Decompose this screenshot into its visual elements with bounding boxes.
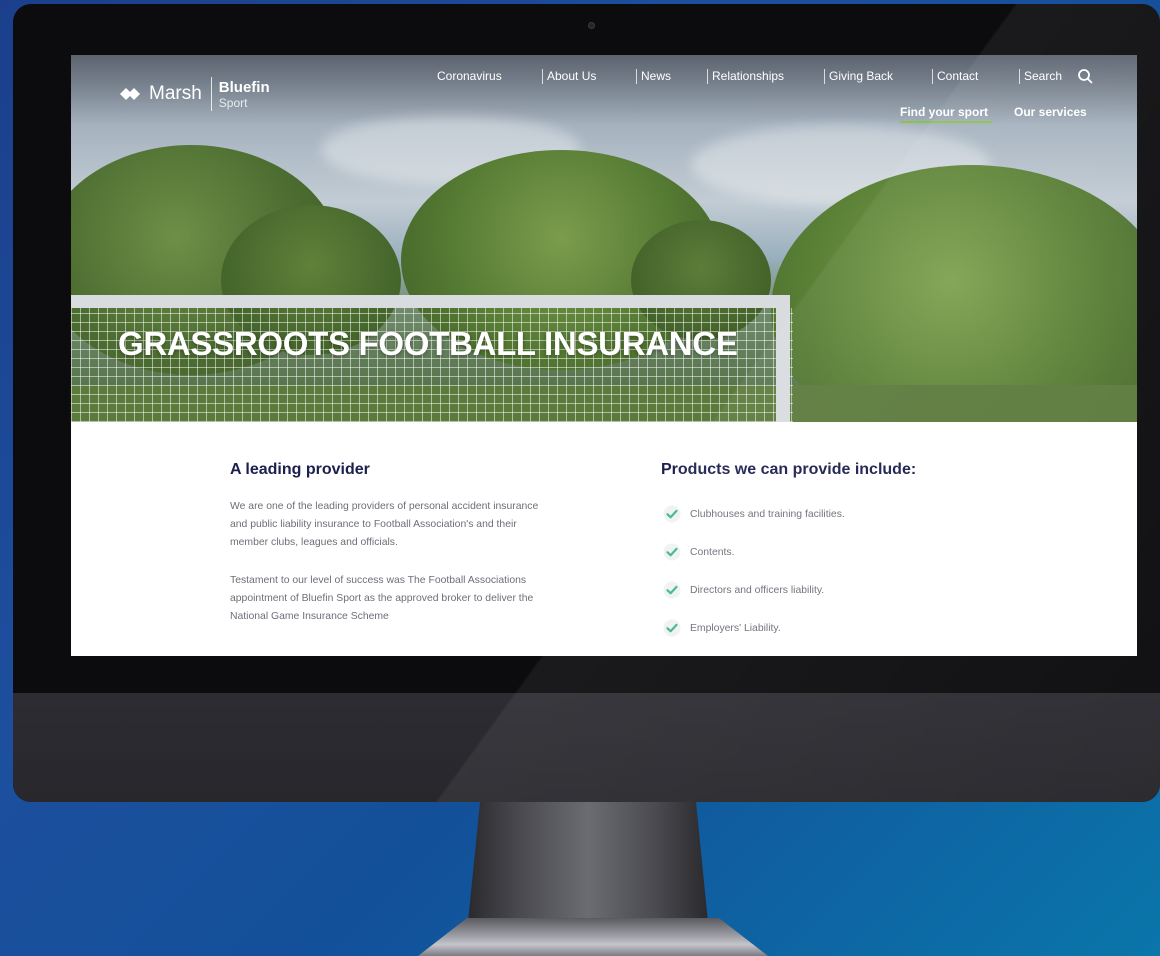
list-item: Employers' Liability.	[661, 609, 1041, 647]
subnav-find-your-sport[interactable]: Find your sport	[900, 105, 988, 119]
logo-bluefin-text: Bluefin	[218, 78, 270, 96]
check-icon	[663, 543, 681, 561]
goal-post	[776, 295, 790, 422]
check-icon	[663, 505, 681, 523]
product-label: Contents.	[690, 546, 735, 558]
products-section: Products we can provide include: Clubhou…	[661, 461, 1041, 647]
product-label: Directors and officers liability.	[690, 584, 825, 596]
section-title: Products we can provide include:	[661, 461, 917, 478]
product-list: Clubhouses and training facilities. Cont…	[661, 495, 1041, 647]
check-icon	[663, 581, 681, 599]
search-icon[interactable]	[1077, 68, 1093, 84]
nav-item-coronavirus[interactable]: Coronavirus	[437, 69, 502, 83]
nav-item-news[interactable]: News	[641, 69, 671, 83]
camera	[588, 22, 595, 29]
list-item: Directors and officers liability.	[661, 571, 1041, 609]
site-logo[interactable]: Marsh Bluefin Sport	[117, 77, 270, 111]
list-item: Clubhouses and training facilities.	[661, 495, 1041, 533]
product-label: Employers' Liability.	[690, 622, 781, 634]
logo-divider	[210, 77, 212, 111]
nav-item-about-us[interactable]: About Us	[547, 69, 596, 83]
marsh-logo-icon	[120, 88, 140, 100]
nav-item-relationships[interactable]: Relationships	[712, 69, 784, 83]
nav-divider	[1019, 69, 1020, 84]
monitor-stand	[468, 802, 708, 922]
nav-divider	[932, 69, 933, 84]
hero-title: GRASSROOTS FOOTBALL INSURANCE	[118, 325, 738, 362]
goal-crossbar	[71, 295, 787, 308]
logo-sport-text: Sport	[218, 95, 248, 110]
nav-divider	[636, 69, 637, 84]
nav-divider	[824, 69, 825, 84]
monitor-foot	[418, 918, 768, 956]
product-label: Clubhouses and training facilities.	[690, 508, 845, 520]
active-underline	[900, 121, 992, 123]
subnav-our-services[interactable]: Our services	[1014, 105, 1087, 119]
nav-item-giving-back[interactable]: Giving Back	[829, 69, 893, 83]
nav-search-label[interactable]: Search	[1024, 69, 1062, 83]
logo-bluefin: Bluefin Sport	[219, 80, 270, 109]
leading-provider-section: A leading provider We are one of the lea…	[230, 461, 550, 626]
monitor-chin	[13, 693, 1160, 802]
nav-item-contact[interactable]: Contact	[937, 69, 978, 83]
nav-divider	[707, 69, 708, 84]
list-item: Contents.	[661, 533, 1041, 571]
hero-banner: Marsh Bluefin Sport Coronavirus About Us…	[71, 55, 1137, 422]
nav-divider	[542, 69, 543, 84]
paragraph: Testament to our level of success was Th…	[230, 575, 534, 622]
check-icon	[663, 619, 681, 637]
section-title: A leading provider	[230, 461, 370, 478]
website-screen: Marsh Bluefin Sport Coronavirus About Us…	[71, 55, 1137, 656]
paragraph: We are one of the leading providers of p…	[230, 501, 539, 548]
monitor: Marsh Bluefin Sport Coronavirus About Us…	[13, 4, 1160, 802]
logo-marsh-text: Marsh	[149, 83, 202, 104]
